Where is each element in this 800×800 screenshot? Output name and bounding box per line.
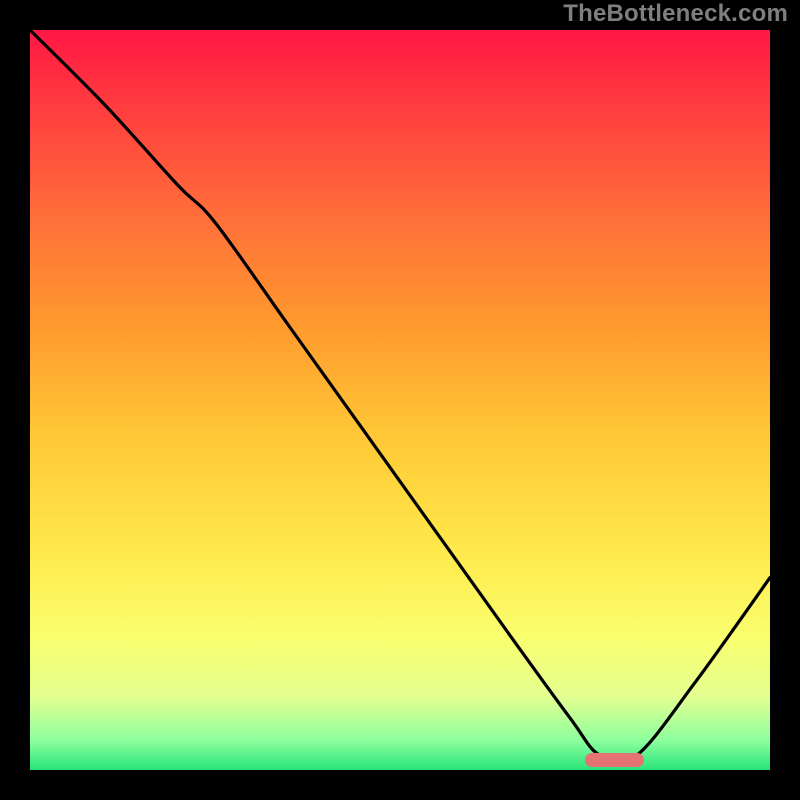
optimal-range-marker — [585, 753, 644, 767]
chart-stage: TheBottleneck.com — [0, 0, 800, 800]
watermark-text: TheBottleneck.com — [563, 0, 788, 28]
plot-area — [30, 30, 770, 770]
plot-svg — [30, 30, 770, 770]
gradient-fill — [30, 30, 770, 770]
